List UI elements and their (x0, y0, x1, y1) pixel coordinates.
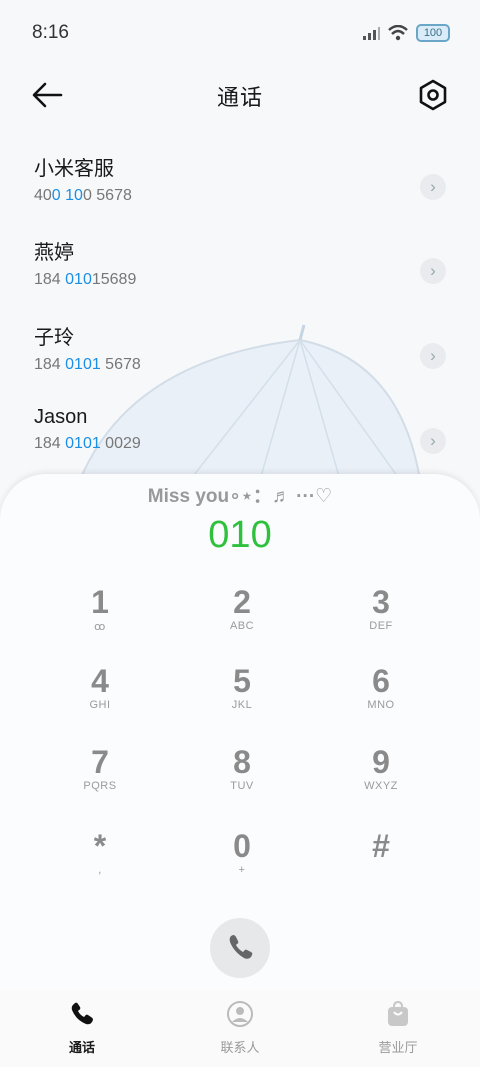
page-title: 通话 (216, 85, 263, 110)
signal-icon (363, 27, 380, 40)
phone-icon (229, 935, 253, 959)
nav-label: 联系人 (220, 1040, 260, 1055)
contact-name: 燕婷 (34, 242, 74, 264)
contact-number: 400 100 5678 (34, 187, 132, 204)
typed-number[interactable]: 010 (0, 514, 480, 557)
key-8[interactable]: 8 TUV (187, 744, 297, 814)
battery-indicator: 100 (416, 24, 450, 42)
chevron-right-icon[interactable]: › (420, 428, 446, 454)
contact-number: 184 01015689 (34, 271, 137, 288)
key-6[interactable]: 6 MNO (326, 663, 436, 733)
chevron-right-icon[interactable]: › (420, 343, 446, 369)
contact-item[interactable]: Jason 184 0101 0029 › (34, 406, 446, 476)
key-9[interactable]: 9 WXYZ (326, 744, 436, 814)
nav-calls[interactable]: 通话 (32, 1000, 132, 1056)
dialer-banner: Miss you∘⋆：♬ ···♡ (147, 486, 333, 507)
bag-icon (388, 1000, 408, 1026)
phone-icon (71, 1002, 93, 1025)
contact-item[interactable]: 子玲 184 0101 5678 › (34, 321, 446, 391)
key-5[interactable]: 5 JKL (187, 663, 297, 733)
chevron-right-icon[interactable]: › (420, 258, 446, 284)
key-4[interactable]: 4 GHI (45, 663, 155, 733)
nav-store[interactable]: 营业厅 (348, 1000, 448, 1056)
key-3[interactable]: 3 DEF (326, 584, 436, 654)
key-0[interactable]: 0 + (187, 828, 297, 898)
status-time: 8:16 (32, 22, 69, 43)
contact-name: 小米客服 (34, 158, 114, 180)
voicemail-icon: ꝏ (94, 621, 106, 633)
settings-gear-icon[interactable] (416, 78, 450, 112)
nav-label: 营业厅 (378, 1040, 418, 1055)
key-7[interactable]: 7 PQRS (45, 744, 155, 814)
contact-icon (227, 1001, 253, 1027)
contact-number: 184 0101 0029 (34, 435, 141, 452)
contact-item[interactable]: 燕婷 184 01015689 › (34, 236, 446, 306)
nav-contacts[interactable]: 联系人 (190, 1000, 290, 1056)
status-icons: 100 (362, 24, 450, 42)
key-1[interactable]: 1ꝏ (45, 584, 155, 654)
wifi-icon (388, 25, 408, 41)
contact-name: Jason (34, 406, 88, 428)
key-2[interactable]: 2 ABC (187, 584, 297, 654)
contact-number: 184 0101 5678 (34, 356, 141, 373)
contact-item[interactable]: 小米客服 400 100 5678 › (34, 152, 446, 222)
call-button[interactable] (210, 918, 270, 978)
key-hash[interactable]: # (326, 828, 436, 898)
key-star[interactable]: *, (45, 828, 155, 898)
chevron-right-icon[interactable]: › (420, 174, 446, 200)
contact-name: 子玲 (34, 327, 74, 349)
nav-label: 通话 (68, 1040, 95, 1055)
